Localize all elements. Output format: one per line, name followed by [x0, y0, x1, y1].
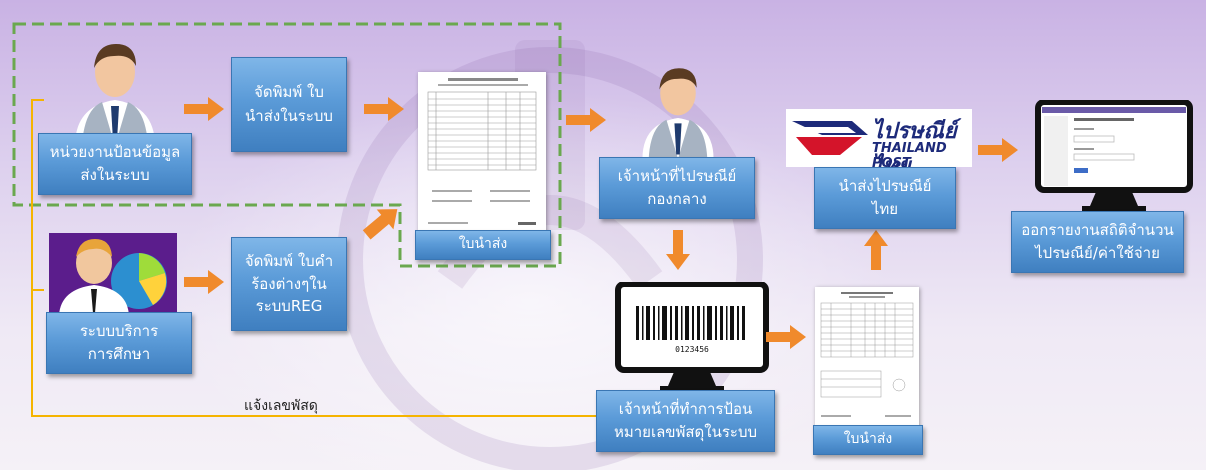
thailand-post-logo: ไปรษณีย์ไทย THAILAND POST	[786, 109, 972, 179]
box-line: ใบนำส่ง	[843, 431, 893, 448]
box-line: เจ้าหน้าที่ไปรษณีย์	[617, 166, 737, 185]
box-line: ออกรายงานสถิติจำนวน	[1021, 220, 1174, 239]
barcode-monitor-icon: 0123456	[615, 282, 769, 391]
diagram-canvas: หน่วยงานป้อนข้อมูล ส่งในระบบ จัดพิมพ์ ใบ…	[0, 0, 1206, 470]
box-line: เจ้าหน้าที่ทำการป้อน	[618, 399, 753, 418]
arrow-icon	[666, 230, 690, 270]
report-monitor-icon	[1035, 100, 1193, 211]
reg-user-icon	[49, 233, 177, 315]
box-line: ส่งในระบบ	[80, 166, 150, 184]
send-post-box: นำส่งไปรษณีย์ ไทย	[814, 167, 956, 229]
box-line: การศึกษา	[87, 345, 151, 363]
delivery-slip-label-bottom: ใบนำส่ง	[813, 425, 923, 455]
box-line: ระบบบริการ	[79, 321, 159, 340]
arrow-icon	[362, 209, 398, 240]
central-officer-box: เจ้าหน้าที่ไปรษณีย์ กองกลาง	[599, 157, 755, 219]
delivery-slip-document-icon	[815, 287, 919, 429]
report-box: ออกรายงานสถิติจำนวน ไปรษณีย์/ค่าใช้จ่าย	[1011, 211, 1184, 273]
box-line: ไทย	[871, 200, 899, 218]
arrow-icon	[566, 108, 606, 132]
reg-service-box: ระบบบริการ การศึกษา	[46, 312, 192, 374]
box-line: นำส่งในระบบ	[245, 106, 333, 125]
box-line: จัดพิมพ์ ใบ	[254, 83, 324, 102]
postal-officer-icon	[642, 68, 714, 159]
box-line: ระบบREG	[255, 297, 323, 316]
print-request-box: จัดพิมพ์ ใบคำ ร้องต่างๆใน ระบบREG	[231, 237, 347, 331]
delivery-slip-label-top: ใบนำส่ง	[415, 230, 551, 260]
delivery-slip-document-icon	[418, 72, 546, 238]
arrow-icon	[978, 138, 1018, 162]
arrow-icon	[184, 270, 224, 294]
arrow-icon	[766, 325, 806, 349]
print-slip-box: จัดพิมพ์ ใบ นำส่งในระบบ	[231, 57, 347, 152]
box-line: หน่วยงานป้อนข้อมูล	[49, 142, 181, 161]
arrow-icon	[864, 230, 888, 270]
box-line: ร้องต่างๆใน	[251, 274, 327, 293]
arrow-icon	[184, 97, 224, 121]
feedback-label: แจ้งเลขพัสดุ	[244, 398, 318, 414]
box-line: หมายเลขพัสดุในระบบ	[613, 423, 758, 441]
input-unit-box: หน่วยงานป้อนข้อมูล ส่งในระบบ	[38, 133, 192, 195]
box-line: ไปรษณีย์/ค่าใช้จ่าย	[1035, 244, 1160, 262]
box-line: นำส่งไปรษณีย์	[838, 176, 932, 195]
post-emblem-icon	[792, 121, 868, 155]
user-icon	[75, 44, 155, 146]
arrow-icon	[364, 97, 404, 121]
box-line: จัดพิมพ์ ใบคำ	[244, 252, 334, 271]
barcode-officer-box: เจ้าหน้าที่ทำการป้อน หมายเลขพัสดุในระบบ	[596, 390, 775, 452]
barcode-number: 0123456	[675, 345, 709, 354]
box-line: กองกลาง	[647, 190, 707, 208]
box-line: ใบนำส่ง	[458, 236, 508, 253]
